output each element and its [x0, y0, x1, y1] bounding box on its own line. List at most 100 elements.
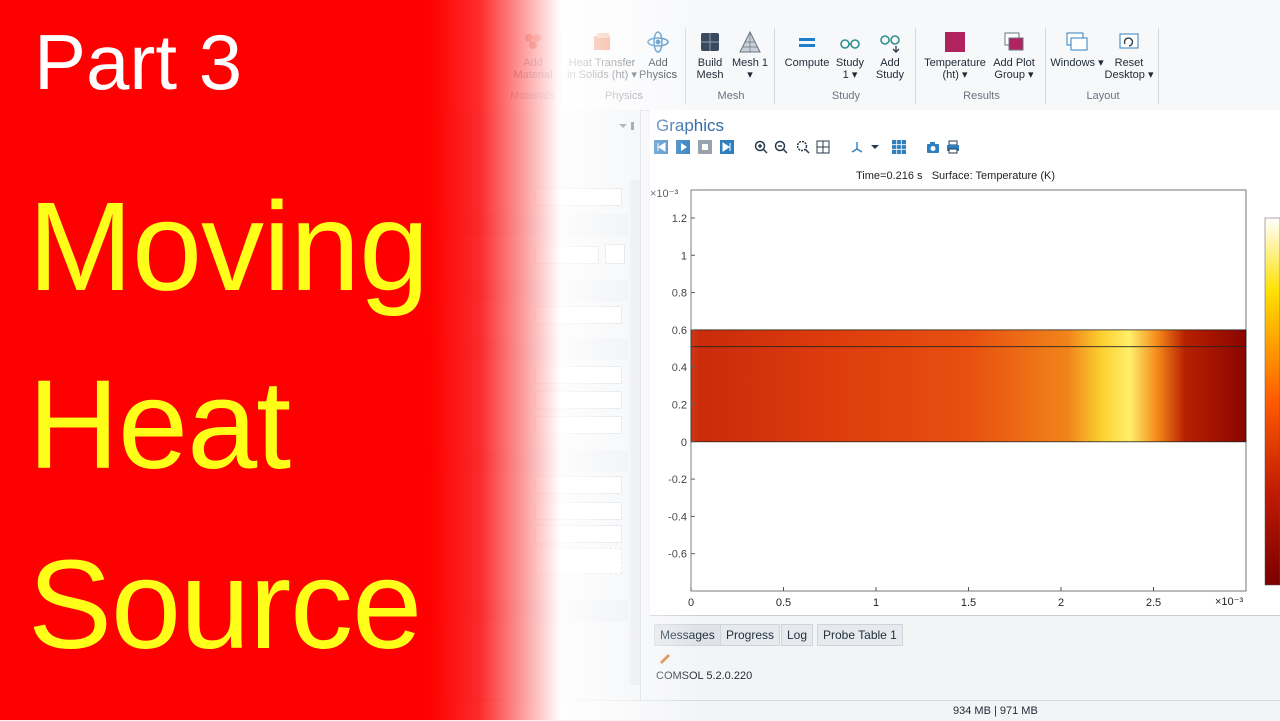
temperature-plot[interactable]: 0 0.5 1 1.5 2 2.5 1.2 1 0.8 0.6 0.4 0.2 0 -0.2 -0.4 -0…: [650, 180, 1280, 620]
build-mesh-icon: [701, 33, 719, 51]
settings-field-1[interactable]: [535, 188, 622, 206]
group-label-layout: Layout: [1086, 90, 1120, 102]
add-material-button[interactable]: Add Material: [505, 28, 561, 81]
settings-field-3[interactable]: [535, 525, 622, 543]
mesh-triangle-icon: [739, 30, 761, 53]
reset-desktop-icon: [1119, 33, 1139, 49]
group-label-results: Results: [963, 90, 1000, 102]
settings-section-1[interactable]: [0, 214, 628, 236]
temperature-field: [690, 329, 1247, 443]
settings-select-1-button[interactable]: [605, 244, 625, 264]
messages-panel: Messages Progress Log Probe Table 1 COMS…: [650, 615, 1280, 701]
settings-scrollbar[interactable]: [630, 180, 640, 685]
windows-button[interactable]: Windows ▾: [1050, 28, 1104, 69]
y-tick-label: -0.4: [668, 511, 687, 523]
settings-panel-header: [0, 116, 640, 136]
x-tick-label: 0.5: [776, 597, 791, 609]
x-tick-label: 1.5: [961, 597, 976, 609]
settings-select-4[interactable]: [535, 391, 622, 409]
group-results: Temperature (ht) ▾ Add Plot Group ▾ Resu…: [918, 28, 1046, 104]
group-label-materials: Materials: [510, 90, 555, 102]
panel-menu-icon[interactable]: [618, 122, 636, 132]
temperature-plot-icon: [945, 32, 965, 52]
compute-button[interactable]: Compute: [781, 28, 833, 69]
x-tick-label: 2.5: [1146, 597, 1161, 609]
x-tick-labels: 0 0.5 1 1.5 2 2.5: [688, 587, 1161, 609]
group-label-mesh: Mesh: [717, 90, 745, 102]
x-tick-label: 2: [1058, 597, 1064, 609]
memory-usage: 934 MB | 971 MB: [953, 705, 1038, 717]
reset-desktop-button[interactable]: Reset Desktop ▾: [1102, 28, 1156, 81]
compute-icon: [799, 38, 815, 47]
add-plot-group-button[interactable]: Add Plot Group ▾: [988, 28, 1040, 81]
message-line: COMSOL 5.2.0.220: [656, 670, 753, 682]
dropdown-arrow-icon[interactable]: [868, 140, 882, 154]
settings-section-3[interactable]: [0, 338, 628, 360]
y-axis-multiplier: ×10⁻³: [650, 188, 678, 200]
y-tick-label: -0.2: [668, 474, 687, 486]
y-tick-label: -0.6: [668, 549, 687, 561]
group-layout: Windows ▾ Reset Desktop ▾ Layout: [1048, 28, 1159, 104]
group-mesh: Build Mesh Mesh 1 ▾ Mesh: [688, 28, 775, 104]
x-tick-label: 0: [688, 597, 694, 609]
tab-probe-table[interactable]: Probe Table 1: [817, 624, 903, 646]
clear-messages-icon[interactable]: [658, 650, 672, 664]
atom-icon: [647, 31, 669, 53]
settings-select-1[interactable]: [535, 246, 599, 264]
build-mesh-button[interactable]: Build Mesh: [688, 28, 732, 81]
settings-section-5[interactable]: [0, 600, 628, 622]
study-glasses-icon: [840, 39, 860, 49]
add-study-icon: [880, 35, 900, 53]
y-tick-label: 0.2: [672, 399, 687, 411]
settings-select-3[interactable]: [535, 366, 622, 384]
y-tick-label: 1.2: [672, 213, 687, 225]
first-frame-icon[interactable]: [654, 140, 668, 154]
settings-select-5[interactable]: [535, 416, 622, 434]
settings-panel: [0, 110, 641, 700]
add-study-button[interactable]: Add Study: [869, 28, 911, 81]
temperature-plot-button[interactable]: Temperature (ht) ▾: [922, 28, 988, 81]
y-tick-label: 0.6: [672, 325, 687, 337]
settings-field-4[interactable]: [535, 548, 622, 574]
heat-transfer-icon: [594, 33, 610, 50]
status-bar: 934 MB | 971 MB: [0, 700, 1280, 721]
settings-section-2[interactable]: [0, 280, 628, 302]
add-physics-button[interactable]: Add Physics: [635, 28, 681, 81]
add-plot-group-icon: [1004, 32, 1024, 51]
zoom-extents-icon[interactable]: [816, 140, 830, 154]
color-legend-bar: [1264, 217, 1280, 586]
zoom-box-icon[interactable]: [796, 140, 810, 154]
camera-icon[interactable]: [926, 140, 940, 154]
ribbon-toolbar: Add Material Materials Heat Transfer in …: [0, 0, 1280, 111]
play-icon[interactable]: [676, 140, 690, 154]
settings-field-2[interactable]: [535, 502, 622, 520]
graphics-title: Graphics: [656, 116, 725, 135]
group-label-study: Study: [831, 90, 861, 102]
windows-icon: [1066, 32, 1088, 51]
y-tick-label: 0.4: [672, 362, 687, 374]
grid-toggle-icon[interactable]: [892, 140, 906, 154]
heat-transfer-button[interactable]: Heat Transfer in Solids (ht) ▾: [567, 28, 637, 81]
y-tick-label: 0: [681, 437, 687, 449]
mesh1-button[interactable]: Mesh 1 ▾: [730, 28, 770, 81]
tab-messages[interactable]: Messages: [654, 624, 721, 646]
x-tick-label: 1: [873, 597, 879, 609]
y-tick-label: 0.8: [672, 288, 687, 300]
group-physics: Heat Transfer in Solids (ht) ▾ Add Physi…: [563, 28, 686, 104]
zoom-in-icon[interactable]: [754, 140, 768, 154]
add-material-icon: [525, 34, 541, 49]
axis-orientation-icon[interactable]: [850, 140, 864, 154]
print-icon[interactable]: [946, 140, 960, 154]
stop-icon[interactable]: [698, 140, 712, 154]
group-label-physics: Physics: [605, 90, 643, 102]
last-frame-icon[interactable]: [720, 140, 734, 154]
study1-button[interactable]: Study 1 ▾: [833, 28, 867, 81]
x-axis-multiplier: ×10⁻³: [1215, 596, 1243, 608]
settings-section-4[interactable]: [0, 450, 628, 472]
tab-progress[interactable]: Progress: [720, 624, 781, 646]
zoom-out-icon[interactable]: [774, 140, 788, 154]
graphics-window: Graphics Time=0.216 s Surface: Temperatu…: [650, 110, 1280, 615]
settings-select-6[interactable]: [535, 476, 622, 494]
settings-select-2[interactable]: [535, 306, 622, 324]
tab-log[interactable]: Log: [781, 624, 814, 646]
